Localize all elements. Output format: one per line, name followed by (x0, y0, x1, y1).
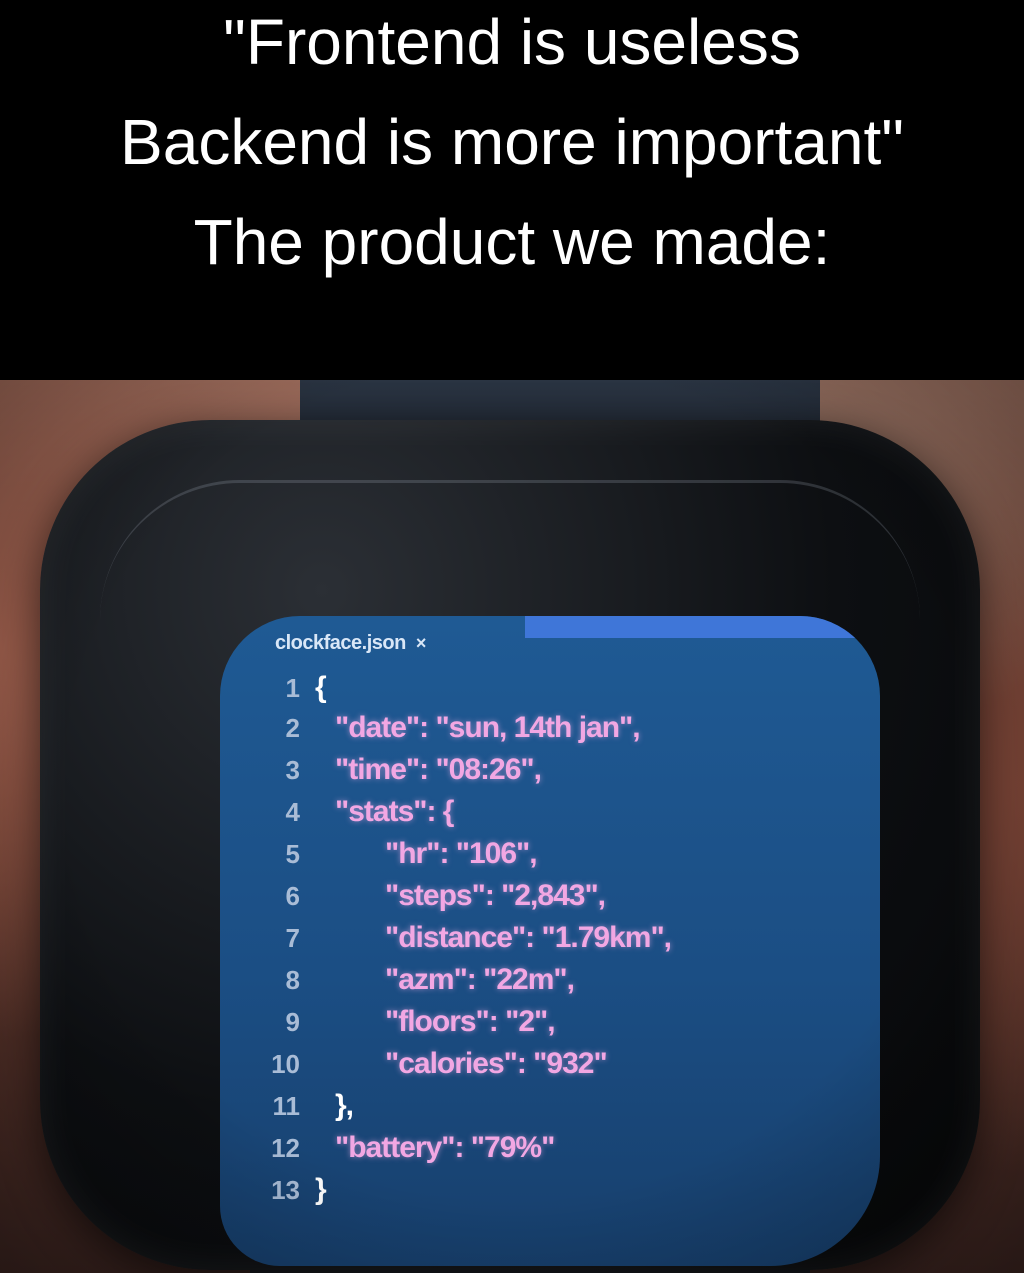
line-text: "hr": "106", (385, 837, 538, 870)
line-text: "azm": "22m", (385, 963, 575, 996)
line-number: 5 (285, 839, 300, 869)
line-number: 12 (271, 1133, 300, 1163)
line-text: "floors": "2", (385, 1005, 556, 1038)
line-text: "battery": "79%" (335, 1131, 555, 1164)
line-number: 9 (285, 1007, 300, 1037)
watch-photo: clockface.json × 1 { 2 "date": "sun, 14th… (0, 380, 1024, 1273)
line-text: "distance": "1.79km", (385, 921, 672, 954)
line-number: 6 (285, 881, 300, 911)
caption-line-2: Backend is more important" (120, 106, 904, 178)
tab-label: clockface.json (275, 632, 406, 654)
smartwatch: clockface.json × 1 { 2 "date": "sun, 14th… (40, 420, 980, 1270)
tab-bar-highlight (525, 616, 880, 638)
line-text: "steps": "2,843", (385, 879, 606, 912)
line-text: }, (335, 1089, 354, 1122)
line-number: 2 (285, 713, 300, 743)
line-number: 3 (285, 755, 300, 785)
line-text: "date": "sun, 14th jan", (335, 711, 641, 744)
line-number: 4 (285, 797, 300, 827)
line-text: { (315, 671, 327, 704)
line-text: "stats": { (335, 795, 454, 828)
line-number: 1 (285, 673, 300, 703)
meme-caption: "Frontend is useless Backend is more imp… (0, 0, 1024, 380)
line-number: 7 (285, 923, 300, 953)
close-icon[interactable]: × (416, 633, 427, 653)
line-text: "time": "08:26", (335, 753, 542, 786)
line-text: "calories": "932" (385, 1047, 608, 1080)
line-number: 13 (271, 1175, 300, 1205)
caption-line-3: The product we made: (193, 206, 831, 278)
line-text: } (315, 1173, 327, 1206)
line-number: 10 (271, 1049, 300, 1079)
caption-line-1: "Frontend is useless (223, 6, 801, 78)
line-number: 11 (272, 1091, 301, 1121)
line-number: 8 (285, 965, 300, 995)
watch-screen: clockface.json × 1 { 2 "date": "sun, 14th… (220, 616, 880, 1266)
